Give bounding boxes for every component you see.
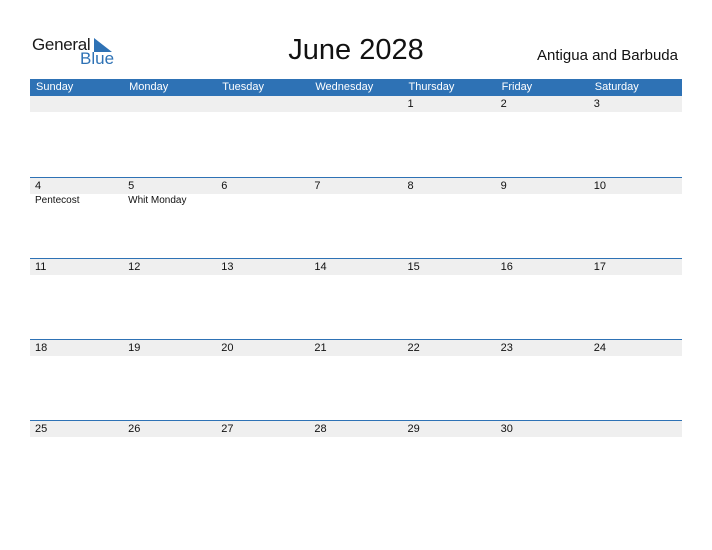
day-number: 13 — [221, 261, 234, 273]
weekday-friday: Friday — [501, 81, 533, 93]
week-row: 1 2 3 — [30, 96, 682, 177]
day-number: 10 — [593, 180, 606, 192]
weekday-header: Sunday Monday Tuesday Wednesday Thursday… — [30, 79, 682, 96]
day-number: 17 — [593, 261, 606, 273]
day-number: 6 — [221, 180, 228, 192]
day-number: 7 — [314, 180, 321, 192]
holiday-label — [496, 194, 589, 208]
day-number: 23 — [500, 342, 513, 354]
day-number — [309, 96, 402, 112]
day-number: 5 — [128, 180, 135, 192]
day-number-row: 1 2 3 — [30, 96, 682, 112]
holiday-label — [589, 194, 682, 208]
day-number — [216, 96, 309, 112]
holiday-label — [403, 194, 496, 208]
day-number: 20 — [221, 342, 234, 354]
day-number: 15 — [407, 261, 420, 273]
holiday-label: Whit Monday — [128, 195, 187, 206]
weekday-tuesday: Tuesday — [222, 81, 265, 93]
weekday-monday: Monday — [129, 81, 169, 93]
weekday-sunday: Sunday — [36, 81, 74, 93]
day-number-row: 11 12 13 14 15 16 17 — [30, 259, 682, 275]
day-number: 3 — [593, 98, 600, 110]
day-number-row: 18 19 20 21 22 23 24 — [30, 340, 682, 356]
day-number: 24 — [593, 342, 606, 354]
day-number: 8 — [407, 180, 414, 192]
day-number — [123, 96, 216, 112]
day-number: 2 — [500, 98, 507, 110]
day-number: 30 — [500, 423, 513, 435]
day-number: 21 — [314, 342, 327, 354]
week-row: 25 26 27 28 29 30 — [30, 420, 682, 501]
day-number-row: 25 26 27 28 29 30 — [30, 421, 682, 437]
holiday-label — [309, 194, 402, 208]
day-number: 18 — [35, 342, 48, 354]
day-number — [30, 96, 123, 112]
day-number: 29 — [407, 423, 420, 435]
day-number: 22 — [407, 342, 420, 354]
day-number: 19 — [128, 342, 141, 354]
day-number — [589, 421, 682, 437]
weekday-saturday: Saturday — [594, 81, 639, 93]
calendar-grid: Sunday Monday Tuesday Wednesday Thursday… — [30, 79, 682, 501]
day-number: 1 — [407, 98, 414, 110]
day-number: 9 — [500, 180, 507, 192]
day-number: 26 — [128, 423, 141, 435]
day-number-row: 4 5 6 7 8 9 10 — [30, 178, 682, 194]
week-row: 4 5 6 7 8 9 10 Pentecost Whit Monday — [30, 177, 682, 258]
day-number: 16 — [500, 261, 513, 273]
week-row: 11 12 13 14 15 16 17 — [30, 258, 682, 339]
day-number: 28 — [314, 423, 327, 435]
day-number: 12 — [128, 261, 141, 273]
day-number: 11 — [35, 261, 47, 273]
day-number: 27 — [221, 423, 234, 435]
weekday-thursday: Thursday — [408, 81, 455, 93]
week-row: 18 19 20 21 22 23 24 — [30, 339, 682, 420]
day-number: 4 — [35, 180, 42, 192]
holiday-label — [216, 194, 309, 208]
country-label: Antigua and Barbuda — [537, 47, 678, 64]
event-row: Pentecost Whit Monday — [30, 194, 682, 208]
day-number: 25 — [35, 423, 48, 435]
day-number: 14 — [314, 261, 327, 273]
holiday-label: Pentecost — [35, 195, 80, 206]
weekday-wednesday: Wednesday — [315, 81, 374, 93]
